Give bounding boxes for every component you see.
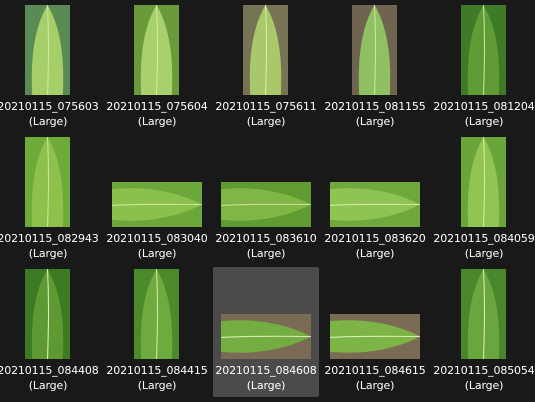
- file-tile[interactable]: 20210115_084608 (Large): [213, 267, 319, 397]
- file-thumbnail[interactable]: [461, 269, 506, 359]
- file-size-label: (Large): [137, 247, 177, 260]
- file-name-label: 20210115_083040: [106, 232, 208, 245]
- file-tile[interactable]: 20210115_084059 (Large): [431, 135, 535, 265]
- file-tile[interactable]: 20210115_075603 (Large): [0, 3, 101, 133]
- file-size-label: (Large): [28, 115, 68, 128]
- file-tile[interactable]: 20210115_083610 (Large): [213, 135, 319, 265]
- file-thumbnail[interactable]: [352, 5, 397, 95]
- file-tile[interactable]: 20210115_084408 (Large): [0, 267, 101, 397]
- file-grid: 20210115_075603 (Large) 20210115_075604 (La…: [0, 0, 535, 402]
- file-tile[interactable]: 20210115_083040 (Large): [104, 135, 210, 265]
- leaf-photo-icon: [330, 314, 420, 359]
- leaf-photo-icon: [221, 182, 311, 227]
- leaf-photo-icon: [25, 5, 70, 95]
- leaf-photo-icon: [330, 182, 420, 227]
- file-thumbnail[interactable]: [134, 5, 179, 95]
- leaf-photo-icon: [134, 5, 179, 95]
- file-tile[interactable]: 20210115_084415 (Large): [104, 267, 210, 397]
- file-size-label: (Large): [464, 115, 504, 128]
- file-name-label: 20210115_075604: [106, 100, 208, 113]
- file-name-label: 20210115_075611: [215, 100, 317, 113]
- file-name-label: 20210115_081155: [324, 100, 426, 113]
- file-name-label: 20210115_085054: [433, 364, 535, 377]
- file-tile[interactable]: 20210115_081155 (Large): [322, 3, 428, 133]
- file-name-label: 20210115_081204: [433, 100, 535, 113]
- file-size-label: (Large): [355, 115, 395, 128]
- file-name-label: 20210115_084615: [324, 364, 426, 377]
- file-tile[interactable]: 20210115_083620 (Large): [322, 135, 428, 265]
- file-tile[interactable]: 20210115_075611 (Large): [213, 3, 319, 133]
- file-name-label: 20210115_084408: [0, 364, 99, 377]
- file-size-label: (Large): [246, 247, 286, 260]
- file-size-label: (Large): [246, 379, 286, 392]
- file-tile[interactable]: 20210115_075604 (Large): [104, 3, 210, 133]
- file-size-label: (Large): [246, 115, 286, 128]
- file-thumbnail[interactable]: [25, 269, 70, 359]
- file-thumbnail[interactable]: [330, 182, 420, 227]
- leaf-photo-icon: [352, 5, 397, 95]
- file-tile[interactable]: 20210115_082943 (Large): [0, 135, 101, 265]
- file-size-label: (Large): [28, 247, 68, 260]
- file-name-label: 20210115_082943: [0, 232, 99, 245]
- file-tile[interactable]: 20210115_084615 (Large): [322, 267, 428, 397]
- file-size-label: (Large): [137, 115, 177, 128]
- file-thumbnail[interactable]: [461, 137, 506, 227]
- leaf-photo-icon: [221, 314, 311, 359]
- leaf-photo-icon: [461, 5, 506, 95]
- file-name-label: 20210115_083610: [215, 232, 317, 245]
- file-size-label: (Large): [355, 379, 395, 392]
- leaf-photo-icon: [461, 269, 506, 359]
- file-tile[interactable]: 20210115_081204 (Large): [431, 3, 535, 133]
- file-size-label: (Large): [464, 379, 504, 392]
- file-name-label: 20210115_083620: [324, 232, 426, 245]
- file-thumbnail[interactable]: [221, 314, 311, 359]
- file-name-label: 20210115_084415: [106, 364, 208, 377]
- leaf-photo-icon: [112, 182, 202, 227]
- file-thumbnail[interactable]: [134, 269, 179, 359]
- file-thumbnail[interactable]: [112, 182, 202, 227]
- file-thumbnail[interactable]: [221, 182, 311, 227]
- leaf-photo-icon: [25, 137, 70, 227]
- file-thumbnail[interactable]: [330, 314, 420, 359]
- file-tile[interactable]: 20210115_085054 (Large): [431, 267, 535, 397]
- file-thumbnail[interactable]: [461, 5, 506, 95]
- leaf-photo-icon: [25, 269, 70, 359]
- file-name-label: 20210115_084059: [433, 232, 535, 245]
- file-size-label: (Large): [137, 379, 177, 392]
- file-size-label: (Large): [355, 247, 395, 260]
- leaf-photo-icon: [134, 269, 179, 359]
- leaf-photo-icon: [243, 5, 288, 95]
- file-thumbnail[interactable]: [25, 5, 70, 95]
- file-name-label: 20210115_084608: [215, 364, 317, 377]
- file-thumbnail[interactable]: [243, 5, 288, 95]
- file-size-label: (Large): [28, 379, 68, 392]
- file-name-label: 20210115_075603: [0, 100, 99, 113]
- leaf-photo-icon: [461, 137, 506, 227]
- file-thumbnail[interactable]: [25, 137, 70, 227]
- file-size-label: (Large): [464, 247, 504, 260]
